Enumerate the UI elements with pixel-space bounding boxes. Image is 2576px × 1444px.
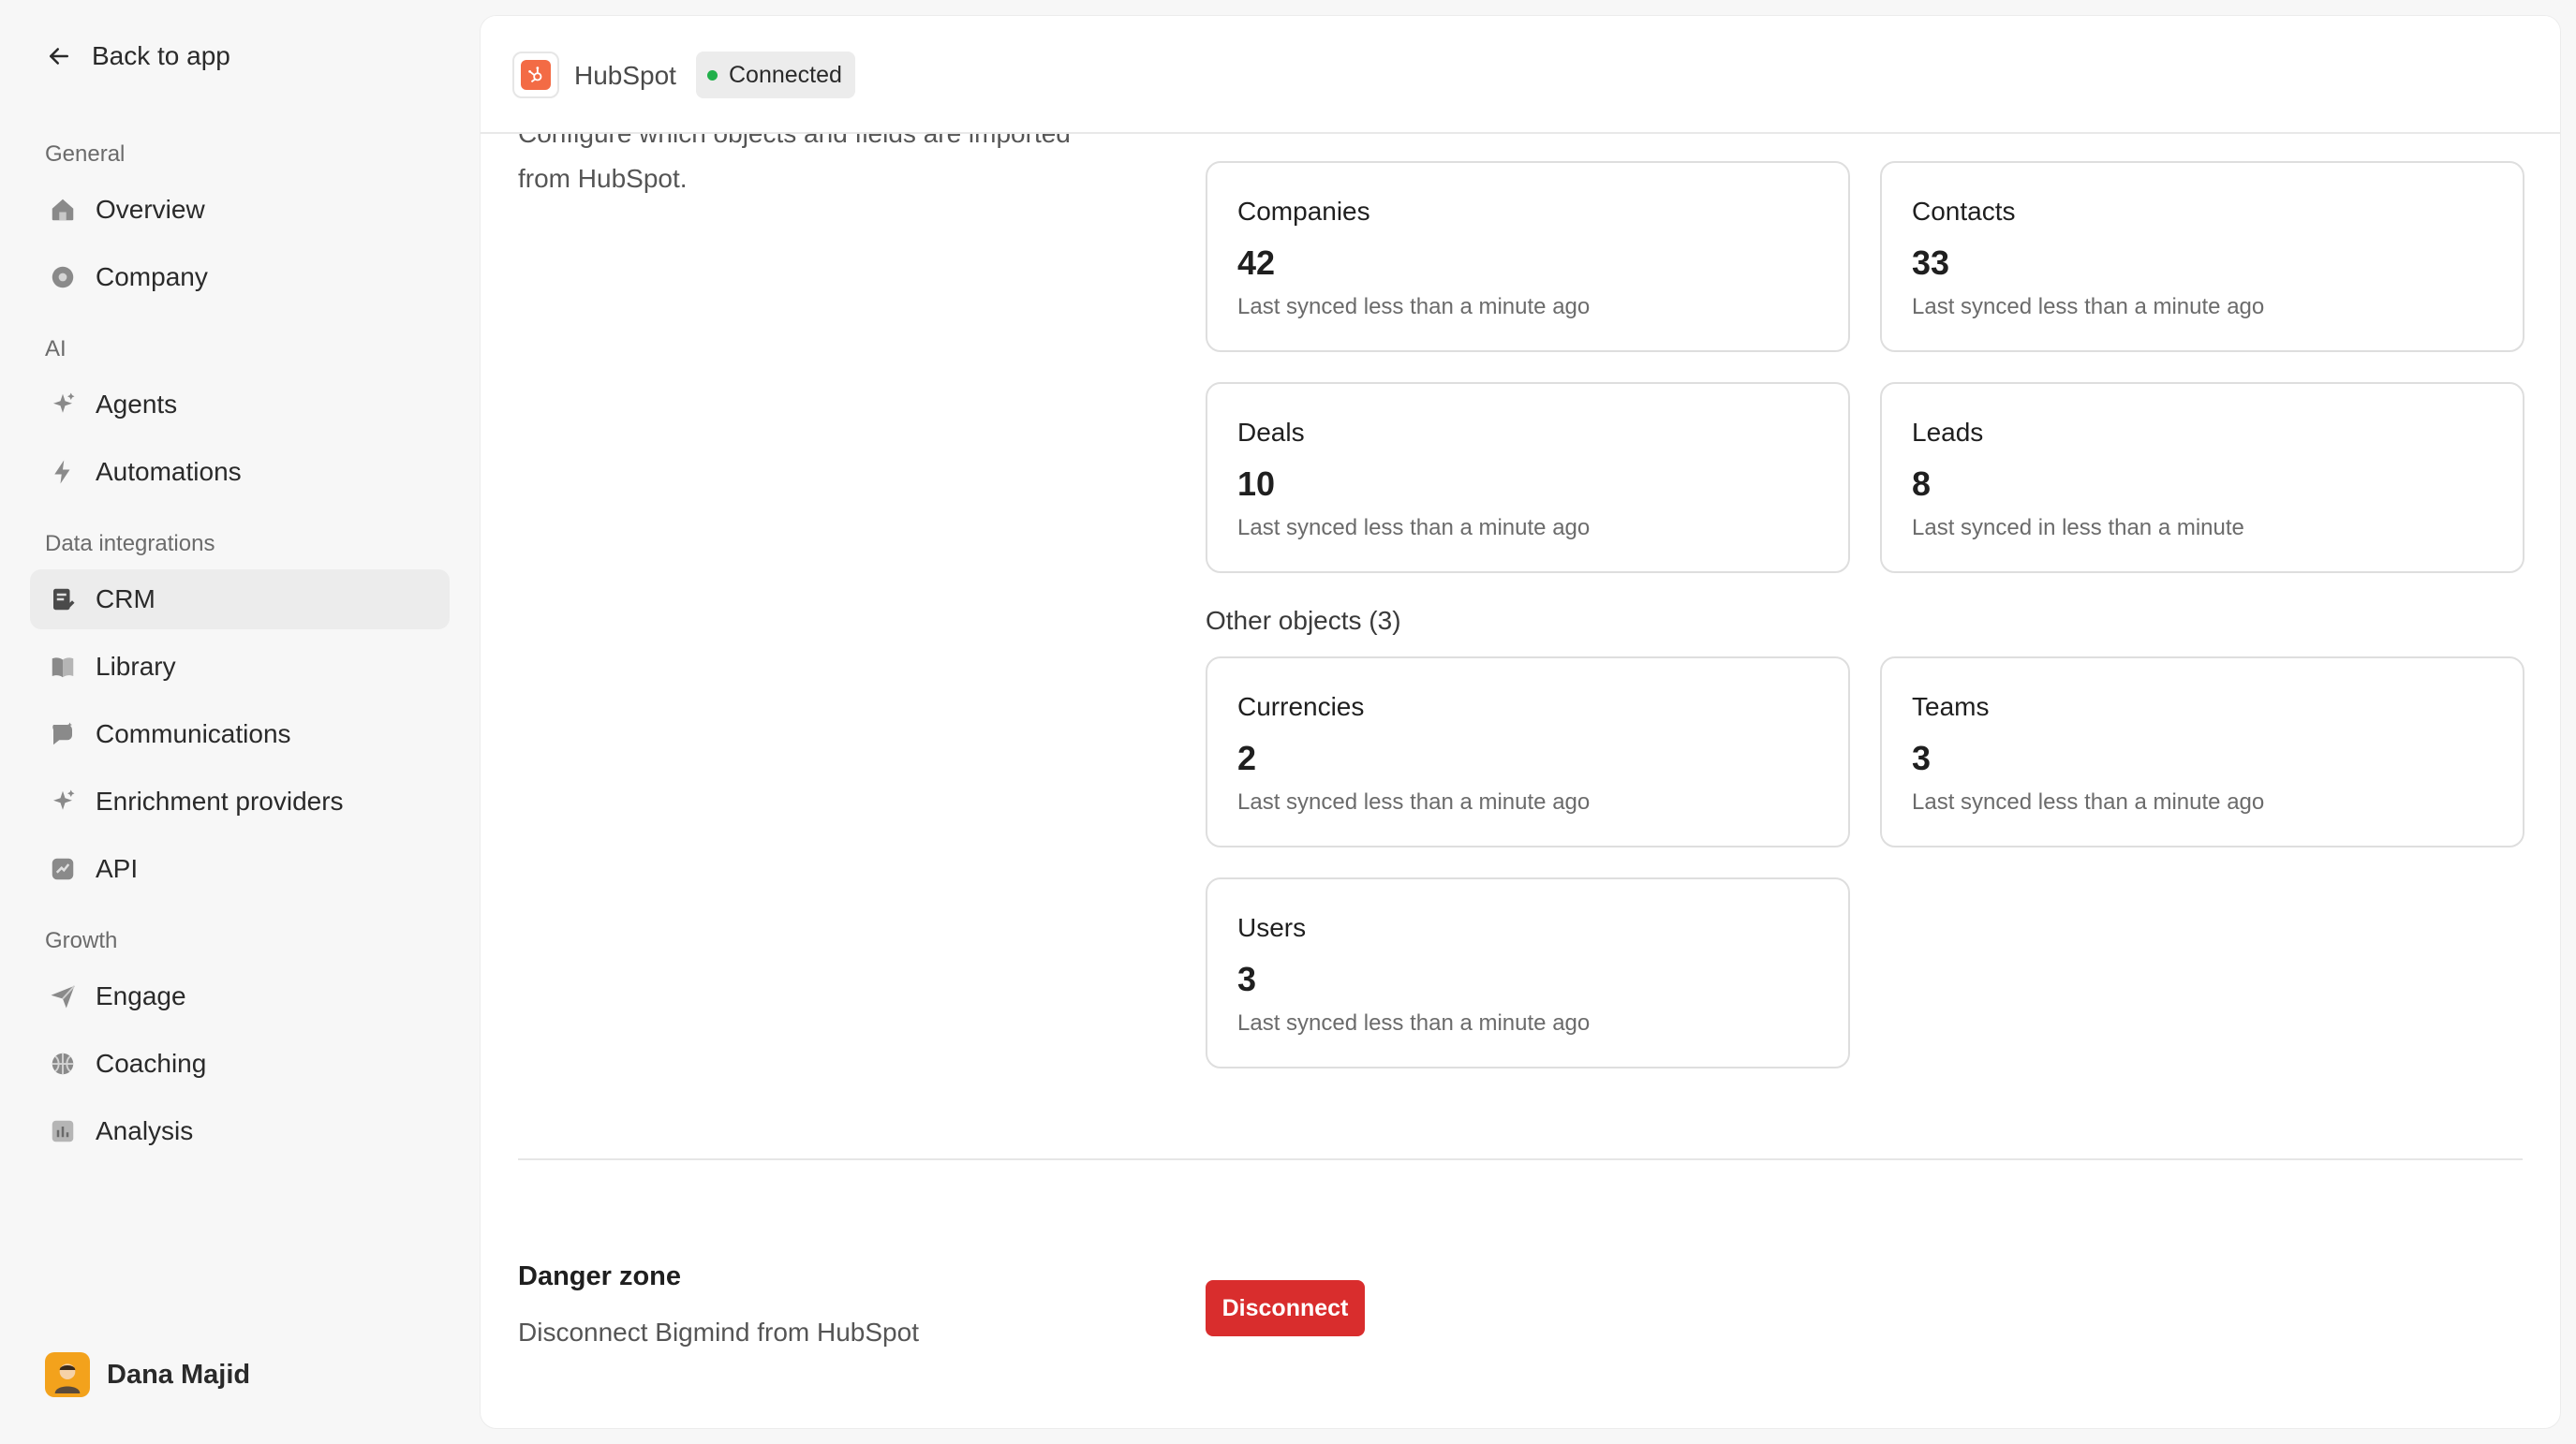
object-count: 33 — [1912, 243, 1950, 282]
ball-icon — [49, 1050, 77, 1078]
sparkles-icon — [49, 788, 77, 816]
object-count: 42 — [1237, 243, 1276, 282]
integration-header: HubSpot Connected — [481, 16, 2560, 134]
back-to-app-link[interactable]: Back to app — [45, 41, 230, 71]
object-count: 3 — [1237, 960, 1257, 998]
sidebar-item-label: API — [96, 854, 139, 883]
sidebar-item-label: Enrichment providers — [96, 787, 344, 816]
sidebar-item-enrichment-providers[interactable]: Enrichment providers — [30, 772, 450, 832]
object-name: Currencies — [1237, 692, 1365, 721]
lightning-icon — [49, 458, 77, 486]
user-menu[interactable]: Dana Majid — [45, 1352, 250, 1397]
book-icon — [49, 653, 77, 681]
object-sync-status: Last synced less than a minute ago — [1237, 1010, 1591, 1036]
home-icon — [49, 196, 77, 224]
sidebar-item-analysis[interactable]: Analysis — [30, 1101, 450, 1161]
main-panel: HubSpot Connected Configure which object… — [480, 15, 2561, 1429]
other-objects-label: Other objects (3) — [1206, 606, 1401, 635]
sidebar-item-label: Engage — [96, 981, 186, 1010]
section-label-data-integrations: Data integrations — [45, 531, 215, 556]
gear-icon — [49, 263, 77, 291]
section-label-general: General — [45, 141, 126, 167]
sidebar-item-label: Overview — [96, 195, 205, 224]
sidebar-item-automations[interactable]: Automations — [30, 442, 450, 502]
status-badge: Connected — [696, 52, 855, 98]
sidebar-item-coaching[interactable]: Coaching — [30, 1034, 450, 1094]
sparkles-icon — [49, 390, 77, 419]
object-card-users[interactable]: Users 3 Last synced less than a minute a… — [1206, 877, 1850, 1068]
section-label-growth: Growth — [45, 928, 118, 953]
object-name: Contacts — [1912, 197, 2016, 226]
object-sync-status: Last synced less than a minute ago — [1912, 294, 2265, 319]
object-count: 10 — [1237, 464, 1276, 503]
object-sync-status: Last synced less than a minute ago — [1237, 294, 1591, 319]
sidebar-item-crm[interactable]: CRM — [30, 569, 450, 629]
object-name: Leads — [1912, 418, 1984, 447]
integration-name: HubSpot — [574, 61, 676, 90]
chat-bubble-icon — [49, 720, 77, 748]
object-card-companies[interactable]: Companies 42 Last synced less than a min… — [1206, 161, 1850, 352]
sidebar-item-label: Library — [96, 652, 176, 681]
sidebar-item-company[interactable]: Company — [30, 247, 450, 307]
status-text: Connected — [729, 61, 842, 88]
object-card-teams[interactable]: Teams 3 Last synced less than a minute a… — [1880, 656, 2524, 847]
sidebar-item-label: Communications — [96, 719, 291, 748]
object-sync-status: Last synced less than a minute ago — [1237, 789, 1591, 815]
object-card-leads[interactable]: Leads 8 Last synced in less than a minut… — [1880, 382, 2524, 573]
object-name: Companies — [1237, 197, 1370, 226]
object-name: Deals — [1237, 418, 1305, 447]
section-divider — [518, 1158, 2523, 1160]
object-count: 8 — [1912, 464, 1932, 503]
sidebar-item-label: Agents — [96, 390, 178, 419]
object-card-contacts[interactable]: Contacts 33 Last synced less than a minu… — [1880, 161, 2524, 352]
bar-chart-icon — [49, 1117, 77, 1145]
danger-zone-title: Danger zone — [518, 1261, 682, 1291]
sidebar-item-label: Coaching — [96, 1049, 207, 1078]
sidebar-item-label: CRM — [96, 584, 155, 613]
document-edit-icon — [49, 585, 77, 613]
danger-zone-description: Disconnect Bigmind from HubSpot — [518, 1318, 919, 1347]
section-label-ai: AI — [45, 336, 67, 361]
object-count: 3 — [1912, 739, 1932, 777]
sidebar-item-label: Analysis — [96, 1116, 194, 1145]
object-sync-status: Last synced less than a minute ago — [1237, 515, 1591, 540]
sidebar-item-label: Automations — [96, 457, 242, 486]
object-card-deals[interactable]: Deals 10 Last synced less than a minute … — [1206, 382, 1850, 573]
object-name: Users — [1237, 913, 1307, 942]
arrow-left-icon — [50, 48, 68, 65]
sidebar-item-library[interactable]: Library — [30, 637, 450, 697]
sidebar-item-label: Company — [96, 262, 208, 291]
object-count: 2 — [1237, 739, 1257, 777]
status-dot-icon — [707, 69, 718, 81]
sidebar-item-engage[interactable]: Engage — [30, 966, 450, 1026]
object-name: Teams — [1912, 692, 1990, 721]
paper-plane-icon — [49, 982, 77, 1010]
sidebar-item-api[interactable]: API — [30, 839, 450, 899]
api-icon — [49, 855, 77, 883]
object-sync-status: Last synced less than a minute ago — [1912, 789, 2265, 815]
avatar — [45, 1352, 90, 1397]
sidebar-item-overview[interactable]: Overview — [30, 180, 450, 240]
object-sync-status: Last synced in less than a minute — [1912, 515, 2244, 540]
sidebar-item-communications[interactable]: Communications — [30, 704, 450, 764]
sidebar: Back to app General Overview Company AI … — [0, 0, 478, 1444]
sidebar-item-agents[interactable]: Agents — [30, 375, 450, 435]
disconnect-button[interactable]: Disconnect — [1206, 1280, 1365, 1336]
user-name: Dana Majid — [107, 1359, 251, 1390]
hubspot-logo-icon — [512, 52, 559, 98]
object-card-currencies[interactable]: Currencies 2 Last synced less than a min… — [1206, 656, 1850, 847]
back-to-app-label: Back to app — [92, 41, 230, 70]
